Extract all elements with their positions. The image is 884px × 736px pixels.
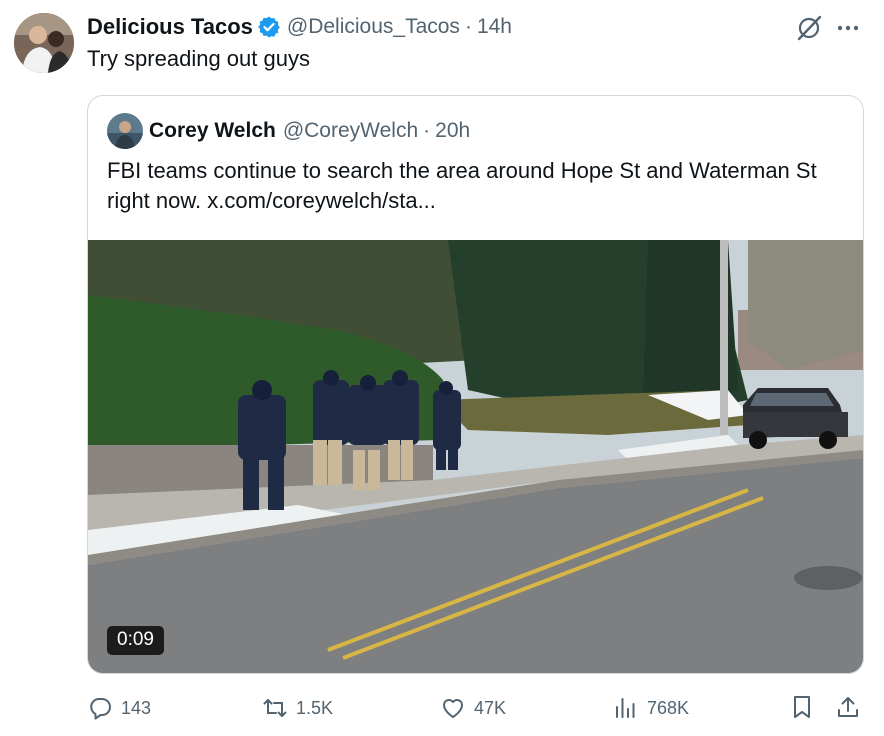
views-button[interactable]: 768K xyxy=(613,694,689,722)
like-count: 47K xyxy=(474,697,507,718)
separator-dot: · xyxy=(464,15,472,38)
author-avatar[interactable] xyxy=(14,13,74,73)
quoted-tweet-card[interactable]: Corey Welch @CoreyWelch · 20h FBI teams … xyxy=(87,95,864,674)
grok-icon[interactable] xyxy=(795,14,823,42)
like-button[interactable]: 47K xyxy=(440,694,506,722)
verified-badge-icon xyxy=(257,15,281,39)
quoted-author-handle[interactable]: @CoreyWelch xyxy=(283,119,418,143)
tweet-time[interactable]: 14h xyxy=(477,15,512,39)
reply-button[interactable]: 143 xyxy=(87,694,151,722)
video-duration: 0:09 xyxy=(107,626,164,655)
share-button[interactable] xyxy=(835,694,861,720)
views-icon xyxy=(616,698,635,718)
quoted-separator-dot: · xyxy=(423,119,431,142)
author-name[interactable]: Delicious Tacos xyxy=(87,14,253,40)
bookmark-button[interactable] xyxy=(790,694,814,720)
author-handle[interactable]: @Delicious_Tacos xyxy=(287,15,460,39)
tweet-text: Try spreading out guys xyxy=(87,46,310,71)
view-count: 768K xyxy=(647,697,690,718)
repost-count: 1.5K xyxy=(296,697,334,718)
repost-button[interactable]: 1.5K xyxy=(262,694,333,722)
quoted-author-avatar[interactable] xyxy=(107,113,143,149)
video-thumbnail xyxy=(88,240,863,673)
quoted-author-name[interactable]: Corey Welch xyxy=(149,119,276,143)
reply-icon xyxy=(90,698,111,720)
like-icon xyxy=(443,699,463,718)
quoted-tweet-text: FBI teams continue to search the area ar… xyxy=(107,158,817,213)
share-icon xyxy=(838,697,858,717)
quoted-tweet-header: Corey Welch @CoreyWelch · 20h xyxy=(149,116,470,146)
tweet-header: Delicious Tacos @Delicious_Tacos · 14h xyxy=(87,12,512,42)
repost-icon xyxy=(263,699,287,717)
quoted-tweet-time[interactable]: 20h xyxy=(435,119,470,143)
bookmark-icon xyxy=(794,696,810,718)
more-icon[interactable] xyxy=(834,14,862,42)
video-player[interactable] xyxy=(88,240,863,673)
reply-count: 143 xyxy=(121,697,152,718)
